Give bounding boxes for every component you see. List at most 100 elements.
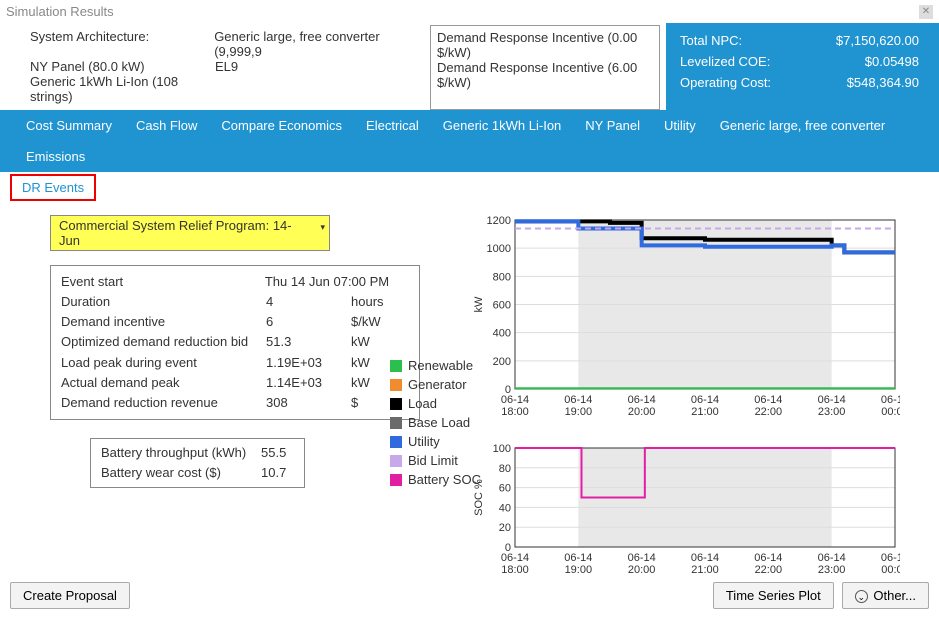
svg-text:40: 40 — [499, 502, 511, 514]
svg-text:06-14: 06-14 — [628, 394, 656, 406]
battery-label: Generic 1kWh Li-Ion (108 strings) — [30, 74, 215, 104]
program-selector[interactable]: Commercial System Relief Program: 14-Jun… — [50, 215, 330, 251]
bt-key: Battery wear cost ($) — [101, 463, 261, 483]
chevron-down-icon: ▾ — [320, 222, 325, 233]
svg-text:00:00: 00:00 — [881, 406, 900, 418]
tab-electrical[interactable]: Electrical — [354, 110, 431, 141]
coe-value: $0.05498 — [865, 52, 919, 73]
tab-bar: Cost SummaryCash FlowCompare EconomicsEl… — [0, 110, 939, 172]
coe-label: Levelized COE: — [680, 52, 770, 73]
svg-text:80: 80 — [499, 463, 511, 475]
svg-text:06-14: 06-14 — [818, 552, 846, 564]
svg-text:20:00: 20:00 — [628, 564, 656, 576]
svg-text:00:00: 00:00 — [881, 564, 900, 576]
et-key: Actual demand peak — [61, 373, 266, 393]
close-icon[interactable]: ✕ — [919, 5, 933, 19]
panel-value: EL9 — [215, 59, 238, 74]
legend-label: Bid Limit — [408, 453, 458, 468]
svg-text:06-14: 06-14 — [564, 552, 592, 564]
et-val: 308 — [266, 393, 351, 413]
swatch-icon — [390, 360, 402, 372]
tab-ny-panel[interactable]: NY Panel — [573, 110, 652, 141]
et-val: 4 — [266, 292, 351, 312]
event-table: Event startThu 14 Jun 07:00 PM Duration4… — [50, 265, 420, 420]
window-title: Simulation Results — [6, 4, 114, 19]
svg-text:400: 400 — [493, 328, 511, 340]
metrics-panel: Total NPC: $7,150,620.00 Levelized COE: … — [666, 23, 939, 110]
dr-incentive-list[interactable]: Demand Response Incentive (0.00 $/kW) De… — [430, 25, 660, 110]
op-value: $548,364.90 — [847, 73, 919, 94]
svg-text:06-14: 06-14 — [754, 394, 782, 406]
svg-text:18:00: 18:00 — [501, 564, 529, 576]
tab-cost-summary[interactable]: Cost Summary — [14, 110, 124, 141]
svg-text:21:00: 21:00 — [691, 406, 719, 418]
svg-text:800: 800 — [493, 271, 511, 283]
other-button[interactable]: ⌄ Other... — [842, 582, 929, 609]
svg-text:1000: 1000 — [487, 243, 511, 255]
swatch-icon — [390, 398, 402, 410]
dr-item[interactable]: Demand Response Incentive (0.00 $/kW) — [437, 30, 653, 60]
op-label: Operating Cost: — [680, 73, 771, 94]
svg-text:19:00: 19:00 — [565, 564, 593, 576]
et-unit: $/kW — [351, 312, 401, 332]
tab-dr-events[interactable]: DR Events — [10, 174, 96, 201]
bt-val: 55.5 — [261, 443, 286, 463]
bt-key: Battery throughput (kWh) — [101, 443, 261, 463]
kw-chart: 02004006008001000120006-1418:0006-1419:0… — [470, 215, 927, 425]
legend-item: Generator — [390, 377, 481, 392]
swatch-icon — [390, 436, 402, 448]
svg-text:06-14: 06-14 — [501, 394, 529, 406]
npc-value: $7,150,620.00 — [836, 31, 919, 52]
et-unit: hours — [351, 292, 401, 312]
svg-text:06-14: 06-14 — [564, 394, 592, 406]
tab-emissions[interactable]: Emissions — [14, 141, 97, 172]
tab-compare-economics[interactable]: Compare Economics — [209, 110, 354, 141]
tab-cash-flow[interactable]: Cash Flow — [124, 110, 209, 141]
svg-text:06-14: 06-14 — [691, 394, 719, 406]
npc-label: Total NPC: — [680, 31, 742, 52]
et-val: 51.3 — [266, 332, 351, 352]
swatch-icon — [390, 455, 402, 467]
legend-item: Base Load — [390, 415, 481, 430]
tab-generic-large-free-converter[interactable]: Generic large, free converter — [708, 110, 897, 141]
system-architecture-panel: System Architecture: Generic large, free… — [0, 23, 430, 110]
battery-table: Battery throughput (kWh)55.5 Battery wea… — [90, 438, 305, 488]
swatch-icon — [390, 474, 402, 486]
svg-text:06-14: 06-14 — [754, 552, 782, 564]
svg-text:20:00: 20:00 — [628, 406, 656, 418]
time-series-plot-button[interactable]: Time Series Plot — [713, 582, 834, 609]
svg-text:22:00: 22:00 — [755, 406, 783, 418]
legend-item: Bid Limit — [390, 453, 481, 468]
swatch-icon — [390, 417, 402, 429]
create-proposal-button[interactable]: Create Proposal — [10, 582, 130, 609]
svg-text:kW: kW — [473, 296, 485, 313]
legend-item: Battery SOC — [390, 472, 481, 487]
svg-text:06-14: 06-14 — [691, 552, 719, 564]
chevron-down-icon: ⌄ — [855, 590, 868, 603]
svg-text:23:00: 23:00 — [818, 406, 846, 418]
program-selected: Commercial System Relief Program: 14-Jun — [59, 218, 292, 248]
svg-text:1200: 1200 — [487, 215, 511, 227]
svg-text:19:00: 19:00 — [565, 406, 593, 418]
tab-generic-1kwh-li-ion[interactable]: Generic 1kWh Li-Ion — [431, 110, 574, 141]
tab-utility[interactable]: Utility — [652, 110, 708, 141]
legend-label: Battery SOC — [408, 472, 481, 487]
legend-item: Utility — [390, 434, 481, 449]
et-key: Duration — [61, 292, 266, 312]
svg-text:200: 200 — [493, 356, 511, 368]
legend-label: Load — [408, 396, 437, 411]
svg-text:60: 60 — [499, 483, 511, 495]
et-val: 1.19E+03 — [266, 353, 351, 373]
svg-text:18:00: 18:00 — [501, 406, 529, 418]
svg-text:06-14: 06-14 — [818, 394, 846, 406]
et-key: Optimized demand reduction bid — [61, 332, 266, 352]
svg-text:06-14: 06-14 — [501, 552, 529, 564]
soc-chart: 02040608010006-1418:0006-1419:0006-1420:… — [470, 443, 927, 583]
svg-text:21:00: 21:00 — [691, 564, 719, 576]
et-val: Thu 14 Jun 07:00 PM — [265, 272, 409, 292]
svg-text:600: 600 — [493, 300, 511, 312]
panel-label: NY Panel (80.0 kW) — [30, 59, 215, 74]
dr-item[interactable]: Demand Response Incentive (6.00 $/kW) — [437, 60, 653, 90]
legend-label: Renewable — [408, 358, 473, 373]
et-key: Event start — [61, 272, 265, 292]
